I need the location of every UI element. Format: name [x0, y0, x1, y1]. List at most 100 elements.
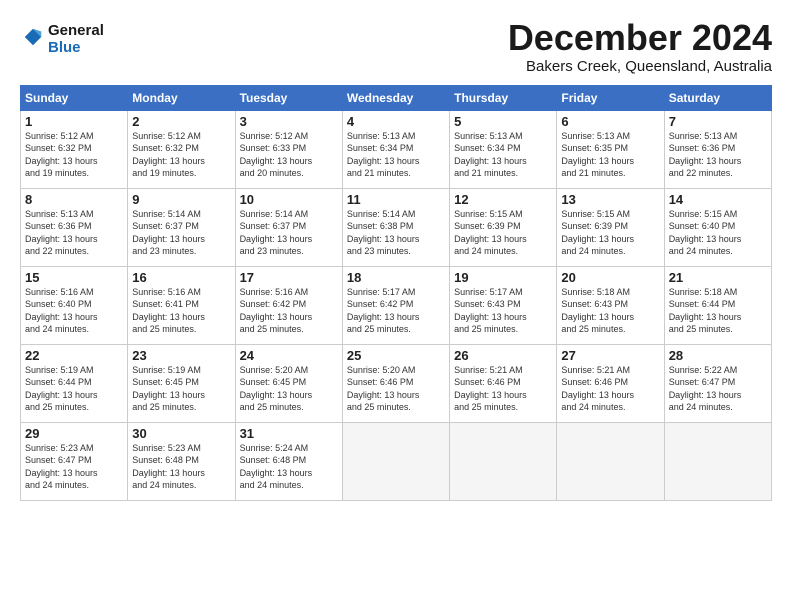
- calendar-cell: 6Sunrise: 5:13 AMSunset: 6:35 PMDaylight…: [557, 110, 664, 188]
- day-number: 10: [240, 192, 338, 207]
- calendar-cell: 4Sunrise: 5:13 AMSunset: 6:34 PMDaylight…: [342, 110, 449, 188]
- title-block: December 2024 Bakers Creek, Queensland, …: [508, 18, 772, 75]
- day-detail: Sunrise: 5:13 AMSunset: 6:34 PMDaylight:…: [454, 130, 552, 180]
- calendar-cell: 19Sunrise: 5:17 AMSunset: 6:43 PMDayligh…: [450, 266, 557, 344]
- calendar-cell: [450, 422, 557, 500]
- calendar-cell: 8Sunrise: 5:13 AMSunset: 6:36 PMDaylight…: [21, 188, 128, 266]
- calendar-cell: 16Sunrise: 5:16 AMSunset: 6:41 PMDayligh…: [128, 266, 235, 344]
- calendar-cell: [557, 422, 664, 500]
- day-number: 13: [561, 192, 659, 207]
- header: General Blue December 2024 Bakers Creek,…: [20, 18, 772, 75]
- day-detail: Sunrise: 5:15 AMSunset: 6:40 PMDaylight:…: [669, 208, 767, 258]
- day-number: 31: [240, 426, 338, 441]
- day-detail: Sunrise: 5:12 AMSunset: 6:32 PMDaylight:…: [132, 130, 230, 180]
- col-monday: Monday: [128, 85, 235, 110]
- day-detail: Sunrise: 5:21 AMSunset: 6:46 PMDaylight:…: [454, 364, 552, 414]
- location: Bakers Creek, Queensland, Australia: [508, 58, 772, 75]
- day-detail: Sunrise: 5:15 AMSunset: 6:39 PMDaylight:…: [454, 208, 552, 258]
- calendar-cell: 13Sunrise: 5:15 AMSunset: 6:39 PMDayligh…: [557, 188, 664, 266]
- logo-line2: Blue: [48, 39, 104, 56]
- day-detail: Sunrise: 5:19 AMSunset: 6:44 PMDaylight:…: [25, 364, 123, 414]
- day-detail: Sunrise: 5:12 AMSunset: 6:33 PMDaylight:…: [240, 130, 338, 180]
- day-number: 12: [454, 192, 552, 207]
- calendar-cell: 1Sunrise: 5:12 AMSunset: 6:32 PMDaylight…: [21, 110, 128, 188]
- day-detail: Sunrise: 5:16 AMSunset: 6:40 PMDaylight:…: [25, 286, 123, 336]
- day-detail: Sunrise: 5:22 AMSunset: 6:47 PMDaylight:…: [669, 364, 767, 414]
- calendar-cell: 23Sunrise: 5:19 AMSunset: 6:45 PMDayligh…: [128, 344, 235, 422]
- day-number: 22: [25, 348, 123, 363]
- day-number: 18: [347, 270, 445, 285]
- day-detail: Sunrise: 5:23 AMSunset: 6:48 PMDaylight:…: [132, 442, 230, 492]
- day-number: 28: [669, 348, 767, 363]
- day-detail: Sunrise: 5:20 AMSunset: 6:46 PMDaylight:…: [347, 364, 445, 414]
- day-number: 17: [240, 270, 338, 285]
- month-title: December 2024: [508, 18, 772, 58]
- day-number: 1: [25, 114, 123, 129]
- calendar-cell: 10Sunrise: 5:14 AMSunset: 6:37 PMDayligh…: [235, 188, 342, 266]
- calendar-cell: 9Sunrise: 5:14 AMSunset: 6:37 PMDaylight…: [128, 188, 235, 266]
- day-number: 26: [454, 348, 552, 363]
- day-number: 8: [25, 192, 123, 207]
- day-detail: Sunrise: 5:21 AMSunset: 6:46 PMDaylight:…: [561, 364, 659, 414]
- day-detail: Sunrise: 5:13 AMSunset: 6:34 PMDaylight:…: [347, 130, 445, 180]
- calendar-cell: 25Sunrise: 5:20 AMSunset: 6:46 PMDayligh…: [342, 344, 449, 422]
- day-number: 11: [347, 192, 445, 207]
- calendar-cell: 28Sunrise: 5:22 AMSunset: 6:47 PMDayligh…: [664, 344, 771, 422]
- calendar-cell: 15Sunrise: 5:16 AMSunset: 6:40 PMDayligh…: [21, 266, 128, 344]
- calendar-week-2: 15Sunrise: 5:16 AMSunset: 6:40 PMDayligh…: [21, 266, 772, 344]
- day-detail: Sunrise: 5:17 AMSunset: 6:42 PMDaylight:…: [347, 286, 445, 336]
- day-number: 23: [132, 348, 230, 363]
- calendar-table: Sunday Monday Tuesday Wednesday Thursday…: [20, 85, 772, 501]
- day-number: 25: [347, 348, 445, 363]
- day-detail: Sunrise: 5:16 AMSunset: 6:41 PMDaylight:…: [132, 286, 230, 336]
- calendar-cell: 21Sunrise: 5:18 AMSunset: 6:44 PMDayligh…: [664, 266, 771, 344]
- calendar-cell: 29Sunrise: 5:23 AMSunset: 6:47 PMDayligh…: [21, 422, 128, 500]
- calendar-cell: [342, 422, 449, 500]
- day-detail: Sunrise: 5:13 AMSunset: 6:35 PMDaylight:…: [561, 130, 659, 180]
- calendar-cell: [664, 422, 771, 500]
- calendar-cell: 2Sunrise: 5:12 AMSunset: 6:32 PMDaylight…: [128, 110, 235, 188]
- col-saturday: Saturday: [664, 85, 771, 110]
- calendar-cell: 31Sunrise: 5:24 AMSunset: 6:48 PMDayligh…: [235, 422, 342, 500]
- col-wednesday: Wednesday: [342, 85, 449, 110]
- calendar-week-3: 22Sunrise: 5:19 AMSunset: 6:44 PMDayligh…: [21, 344, 772, 422]
- day-detail: Sunrise: 5:19 AMSunset: 6:45 PMDaylight:…: [132, 364, 230, 414]
- calendar-cell: 7Sunrise: 5:13 AMSunset: 6:36 PMDaylight…: [664, 110, 771, 188]
- day-number: 27: [561, 348, 659, 363]
- header-row: Sunday Monday Tuesday Wednesday Thursday…: [21, 85, 772, 110]
- logo: General Blue: [20, 22, 104, 56]
- day-number: 9: [132, 192, 230, 207]
- calendar-cell: 26Sunrise: 5:21 AMSunset: 6:46 PMDayligh…: [450, 344, 557, 422]
- day-number: 16: [132, 270, 230, 285]
- calendar-cell: 30Sunrise: 5:23 AMSunset: 6:48 PMDayligh…: [128, 422, 235, 500]
- day-detail: Sunrise: 5:13 AMSunset: 6:36 PMDaylight:…: [25, 208, 123, 258]
- day-number: 5: [454, 114, 552, 129]
- day-number: 4: [347, 114, 445, 129]
- day-number: 29: [25, 426, 123, 441]
- day-detail: Sunrise: 5:17 AMSunset: 6:43 PMDaylight:…: [454, 286, 552, 336]
- calendar-cell: 24Sunrise: 5:20 AMSunset: 6:45 PMDayligh…: [235, 344, 342, 422]
- calendar-cell: 22Sunrise: 5:19 AMSunset: 6:44 PMDayligh…: [21, 344, 128, 422]
- logo-icon: [22, 26, 44, 48]
- day-number: 21: [669, 270, 767, 285]
- day-detail: Sunrise: 5:20 AMSunset: 6:45 PMDaylight:…: [240, 364, 338, 414]
- day-number: 20: [561, 270, 659, 285]
- day-number: 15: [25, 270, 123, 285]
- calendar-cell: 5Sunrise: 5:13 AMSunset: 6:34 PMDaylight…: [450, 110, 557, 188]
- col-tuesday: Tuesday: [235, 85, 342, 110]
- calendar-cell: 20Sunrise: 5:18 AMSunset: 6:43 PMDayligh…: [557, 266, 664, 344]
- calendar-cell: 12Sunrise: 5:15 AMSunset: 6:39 PMDayligh…: [450, 188, 557, 266]
- calendar-week-1: 8Sunrise: 5:13 AMSunset: 6:36 PMDaylight…: [21, 188, 772, 266]
- day-number: 14: [669, 192, 767, 207]
- day-detail: Sunrise: 5:14 AMSunset: 6:37 PMDaylight:…: [132, 208, 230, 258]
- day-detail: Sunrise: 5:24 AMSunset: 6:48 PMDaylight:…: [240, 442, 338, 492]
- day-number: 6: [561, 114, 659, 129]
- calendar-week-0: 1 Sunrise: 5:12 AMSunset: 6:32 PMDaylight…: [21, 110, 772, 188]
- day-number: 2: [132, 114, 230, 129]
- day-number: 3: [240, 114, 338, 129]
- calendar-cell: 18Sunrise: 5:17 AMSunset: 6:42 PMDayligh…: [342, 266, 449, 344]
- day-detail: Sunrise: 5:23 AMSunset: 6:47 PMDaylight:…: [25, 442, 123, 492]
- day-detail: Sunrise: 5:18 AMSunset: 6:43 PMDaylight:…: [561, 286, 659, 336]
- calendar-cell: 11Sunrise: 5:14 AMSunset: 6:38 PMDayligh…: [342, 188, 449, 266]
- col-friday: Friday: [557, 85, 664, 110]
